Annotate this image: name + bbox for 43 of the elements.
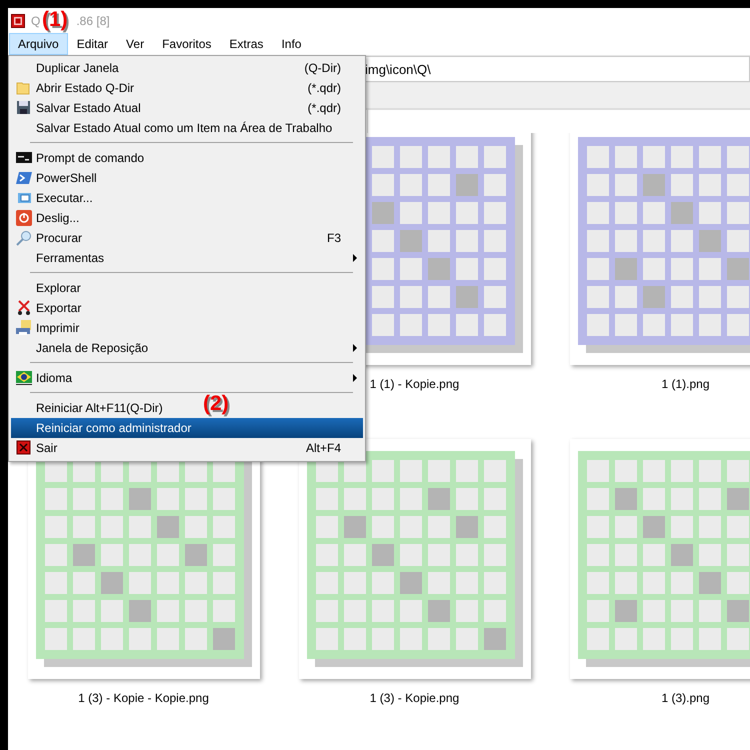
run-window-icon [16,190,32,206]
window-title: .86 [8] [76,14,110,28]
menu-item[interactable]: Deslig... [11,208,102,228]
menu-item[interactable]: Reiniciar Alt+F11(Q-Dir) [11,398,185,418]
terminal-icon [16,150,32,166]
thumbnail-card[interactable] [298,439,530,679]
menu-item[interactable]: Executar... [11,188,115,208]
menu-item[interactable]: PowerShell [11,168,119,188]
menu-bar-item[interactable]: Extras [220,33,272,55]
close-icon [16,440,32,456]
file-name: 1 (3) - Kopie.png [370,691,460,705]
file-name: 1 (1).png [661,377,710,391]
menu-item[interactable]: Salvar Estado Atual (*.qdr) [11,98,363,118]
flag-icon [16,370,32,386]
menu-item[interactable]: Imprimir [11,318,102,338]
menu-item[interactable]: Reiniciar como administrador [11,418,363,438]
menu-item[interactable]: Explorar [11,278,103,298]
file-name: 1 (1) - Kopie.png [370,377,460,391]
menu-item[interactable]: Ferramentas [11,248,363,268]
menu-bar-item[interactable]: Ver [117,33,154,55]
app-icon [11,14,25,28]
menu-item[interactable]: Exportar [11,298,104,318]
menu-bar-item[interactable]: Favoritos [153,33,220,55]
menu-item[interactable]: Prompt de comando [11,148,166,168]
menu-item[interactable]: Duplicar Janela (Q-Dir) [11,58,363,78]
menu-bar-item[interactable]: Arquivo [9,33,68,55]
menu-item[interactable]: Idioma [11,368,363,388]
window-title: Q [31,14,40,28]
annotation-marker: (2) [203,392,229,416]
annotation-marker: (1) [42,8,68,32]
menu-item[interactable]: Sair Alt+F4 [11,438,363,458]
search-icon [16,230,32,246]
menu-item[interactable]: Janela de Reposição [11,338,363,358]
folder-icon [16,80,32,96]
power-icon [16,210,32,226]
menu-bar-item[interactable]: Info [272,33,310,55]
file-name: 1 (3).png [661,691,710,705]
file-name: 1 (3) - Kopie - Kopie.png [78,691,209,705]
menu-item[interactable]: Procurar F3 [11,228,363,248]
address-text: img\icon\Q\ [365,62,431,76]
menu-item[interactable]: Salvar Estado Atual como um Item na Área de Trabalho [11,118,354,138]
printer-icon [16,320,32,336]
menu-bar-item[interactable]: Editar [68,33,118,55]
